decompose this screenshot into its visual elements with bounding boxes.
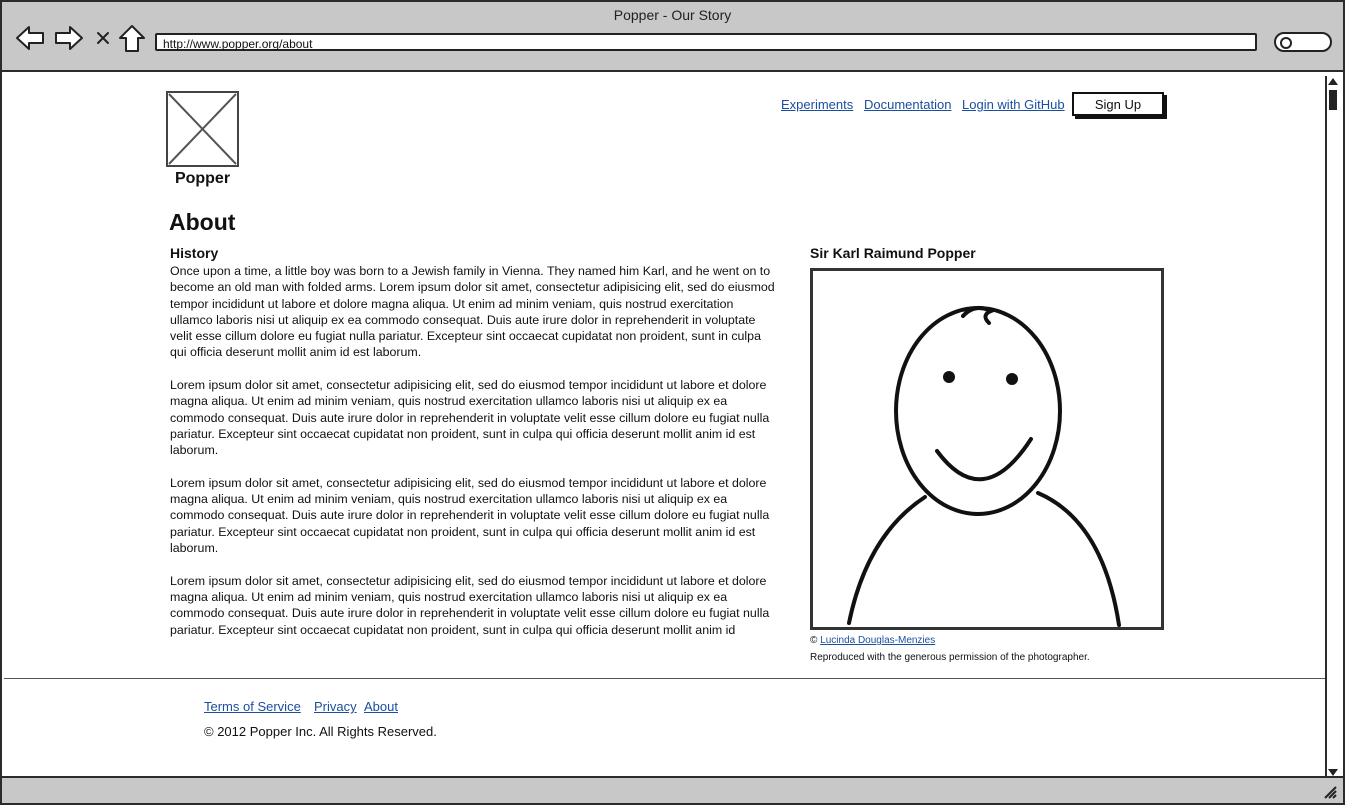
footer-privacy-link[interactable]: Privacy — [314, 699, 357, 714]
article-paragraph: Lorem ipsum dolor sit amet, consectetur … — [170, 573, 770, 637]
stop-icon[interactable] — [95, 30, 111, 46]
window-title: Popper - Our Story — [613, 7, 732, 23]
logo-placeholder[interactable] — [166, 91, 239, 167]
browser-search-box[interactable] — [1274, 32, 1332, 52]
article-body: Once upon a time, a little boy was born … — [170, 263, 775, 637]
nav-experiments-link[interactable]: Experiments — [781, 97, 853, 112]
nav-login-github-link[interactable]: Login with GitHub — [962, 97, 1065, 112]
section-title-history: History — [170, 245, 219, 261]
back-arrow-icon[interactable] — [15, 24, 45, 52]
copyright-symbol: © — [810, 635, 818, 646]
search-icon — [1280, 37, 1292, 49]
status-bar — [2, 776, 1343, 803]
nav-documentation-link[interactable]: Documentation — [864, 97, 951, 112]
scroll-down-icon[interactable] — [1328, 769, 1338, 776]
article-paragraph: Lorem ipsum dolor sit amet, consectetur … — [170, 475, 770, 556]
resize-grip-icon[interactable] — [1323, 785, 1337, 799]
portrait-photo — [810, 268, 1164, 630]
scroll-up-icon[interactable] — [1328, 78, 1338, 85]
logo-name: Popper — [174, 170, 231, 187]
photo-permission-note: Reproduced with the generous permission … — [810, 652, 1090, 663]
address-bar[interactable]: http://www.popper.org/about — [155, 33, 1257, 51]
sign-up-button[interactable]: Sign Up — [1072, 92, 1164, 116]
forward-arrow-icon[interactable] — [54, 24, 84, 52]
smiley-portrait-sketch — [847, 305, 1121, 627]
page-title: About — [169, 209, 236, 235]
footer-terms-link[interactable]: Terms of Service — [204, 699, 301, 714]
browser-chrome: Popper - Our Story http://www.popper.org… — [2, 2, 1343, 72]
home-icon[interactable] — [118, 24, 146, 54]
footer-divider — [4, 678, 1325, 679]
vertical-scrollbar[interactable] — [1325, 76, 1341, 778]
placeholder-image-icon — [168, 93, 237, 165]
photo-credit: © Lucinda Douglas-Menzies — [810, 635, 935, 646]
footer-about-link[interactable]: About — [364, 699, 398, 714]
article-paragraph: Lorem ipsum dolor sit amet, consectetur … — [170, 378, 770, 458]
article-paragraph: Once upon a time, a little boy was born … — [170, 264, 775, 360]
photographer-link[interactable]: Lucinda Douglas-Menzies — [820, 635, 935, 646]
scroll-thumb[interactable] — [1329, 90, 1337, 110]
portrait-title: Sir Karl Raimund Popper — [810, 245, 976, 261]
footer-copyright: © 2012 Popper Inc. All Rights Reserved. — [204, 724, 437, 739]
